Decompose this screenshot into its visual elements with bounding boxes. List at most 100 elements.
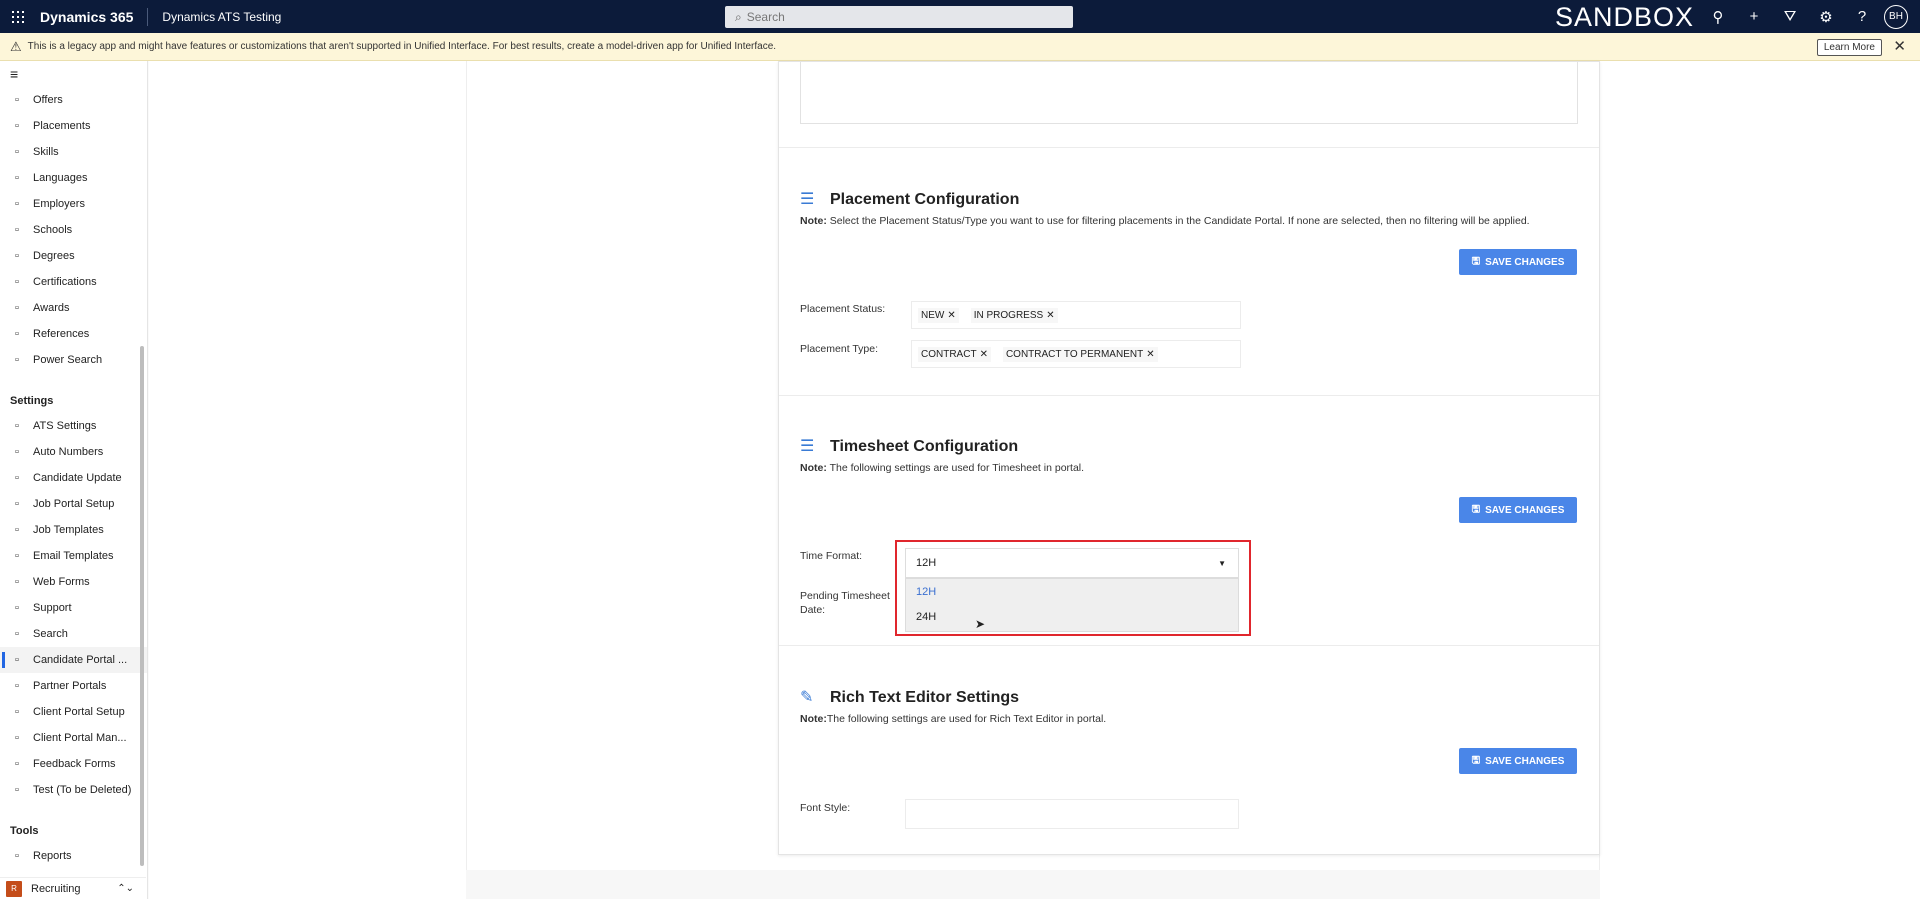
sidebar-item-job-portal-setup[interactable]: ▫ Job Portal Setup xyxy=(0,491,147,517)
search-icon: ⌕ xyxy=(735,9,742,24)
skills-icon: ▫ xyxy=(15,146,19,158)
sidebar-item-feedback-forms[interactable]: ▫ Feedback Forms xyxy=(0,751,147,777)
list-icon: ☰ xyxy=(800,438,815,455)
list-number-icon: ▫ xyxy=(15,446,19,458)
sidebar-item-label: Job Portal Setup xyxy=(33,498,115,510)
timesheet-config-title-text: Timesheet Configuration xyxy=(830,438,1019,455)
sidebar-item-web-forms[interactable]: ▫ Web Forms xyxy=(0,569,147,595)
note-prefix: Note: xyxy=(800,462,827,474)
divider xyxy=(779,147,1599,148)
area-switcher[interactable]: R Recruiting ⌃⌄ xyxy=(0,877,146,899)
sidebar-item-label: Certifications xyxy=(33,276,97,288)
sidebar-item-label: Test (To be Deleted) xyxy=(33,784,132,796)
sidebar-item-label: Reports xyxy=(33,850,72,862)
sidebar-item-offers[interactable]: ▫ Offers xyxy=(0,87,147,113)
sidebar-item-job-templates[interactable]: ▫ Job Templates xyxy=(0,517,147,543)
portal-icon: ▫ xyxy=(15,498,19,510)
plus-icon[interactable]: + xyxy=(1736,8,1772,25)
sidebar-item-candidate-portal[interactable]: ▫ Candidate Portal ... xyxy=(0,647,147,673)
person-icon: ▫ xyxy=(15,472,19,484)
sidebar-item-label: Feedback Forms xyxy=(33,758,116,770)
sidebar-item-degrees[interactable]: ▫ Degrees xyxy=(0,243,147,269)
search-icon: ▫ xyxy=(15,354,19,366)
gear-icon[interactable]: ⚙ xyxy=(1808,8,1844,26)
search-placeholder: Search xyxy=(746,10,785,24)
close-icon[interactable]: ✕ xyxy=(1893,37,1906,55)
area-badge: R xyxy=(6,880,22,897)
hamburger-menu-icon[interactable]: ≡ xyxy=(0,61,147,87)
sitemap-sidebar: ≡ ▫ Offers ▫ Placements ▫ Skills ▫ Languages ▫ Em… xyxy=(0,61,148,899)
sidebar-item-awards[interactable]: ▫ Awards xyxy=(0,295,147,321)
remove-tag-icon[interactable]: ✕ xyxy=(980,349,988,360)
remove-tag-icon[interactable]: ✕ xyxy=(1146,349,1154,360)
learn-more-button[interactable]: Learn More xyxy=(1816,39,1882,56)
selected-tag: CONTRACT TO PERMANENT ✕ xyxy=(1002,346,1158,362)
sidebar-item-label: References xyxy=(33,328,90,340)
save-label: SAVE CHANGES xyxy=(1485,755,1565,767)
tag-label: NEW xyxy=(921,309,945,321)
placement-status-multiselect[interactable]: NEW ✕ IN PROGRESS ✕ xyxy=(911,301,1241,329)
sidebar-item-label: Skills xyxy=(33,146,59,158)
document-icon: ▫ xyxy=(15,94,19,106)
legacy-warning-banner: ⚠ This is a legacy app and might have fe… xyxy=(0,33,1920,61)
sidebar-item-candidate-update[interactable]: ▫ Candidate Update xyxy=(0,465,147,491)
help-icon[interactable]: ? xyxy=(1844,8,1880,25)
template-icon: ▫ xyxy=(15,524,19,536)
sidebar-item-label: Degrees xyxy=(33,250,75,262)
brand-title[interactable]: Dynamics 365 xyxy=(36,7,149,26)
sidebar-item-label: Placements xyxy=(33,120,91,132)
help-circle-icon: ▫ xyxy=(15,602,19,614)
remove-tag-icon[interactable]: ✕ xyxy=(947,310,955,321)
sidebar-item-employers[interactable]: ▫ Employers xyxy=(0,191,147,217)
sidebar-item-schools[interactable]: ▫ Schools xyxy=(0,217,147,243)
globe-icon: ▫ xyxy=(15,172,19,184)
client-manage-icon: ▫ xyxy=(15,732,19,744)
sidebar-item-test-to-be-deleted[interactable]: ▫ Test (To be Deleted) xyxy=(0,777,147,803)
rte-settings-title-text: Rich Text Editor Settings xyxy=(830,689,1020,706)
global-search-input[interactable]: ⌕ Search xyxy=(725,6,1073,28)
sidebar-item-label: Web Forms xyxy=(33,576,90,588)
rte-save-button[interactable]: 🖫 SAVE CHANGES xyxy=(1459,748,1577,774)
sidebar-item-power-search[interactable]: ▫ Power Search xyxy=(0,347,147,373)
previous-section-textarea[interactable] xyxy=(800,62,1578,124)
timesheet-note: Note: The following settings are used fo… xyxy=(800,462,1084,474)
client-icon: ▫ xyxy=(15,706,19,718)
top-nav-bar: Dynamics 365 Dynamics ATS Testing ⌕ Sear… xyxy=(0,0,1920,33)
tag-label: CONTRACT xyxy=(921,348,977,360)
lightbulb-icon[interactable]: ⚲ xyxy=(1700,8,1736,26)
placement-save-button[interactable]: 🖫 SAVE CHANGES xyxy=(1459,249,1577,275)
sidebar-item-search[interactable]: ▫ Search xyxy=(0,621,147,647)
mouse-cursor-icon: ➤ xyxy=(975,617,986,631)
sidebar-item-client-portal-man[interactable]: ▫ Client Portal Man... xyxy=(0,725,147,751)
report-icon: ▫ xyxy=(15,850,19,862)
sidebar-item-ats-settings[interactable]: ▫ ATS Settings xyxy=(0,413,147,439)
note-text: The following settings are used for Rich… xyxy=(826,713,1107,725)
font-style-select[interactable] xyxy=(905,799,1239,829)
sidebar-item-reports[interactable]: ▫ Reports xyxy=(0,843,147,869)
save-label: SAVE CHANGES xyxy=(1485,256,1565,268)
sidebar-item-client-portal-setup[interactable]: ▫ Client Portal Setup xyxy=(0,699,147,725)
timesheet-save-button[interactable]: 🖫 SAVE CHANGES xyxy=(1459,497,1577,523)
building-icon: ▫ xyxy=(15,198,19,210)
sidebar-item-placements[interactable]: ▫ Placements xyxy=(0,113,147,139)
user-avatar[interactable]: BH xyxy=(1884,4,1908,29)
filter-icon[interactable]: ⛛ xyxy=(1772,8,1808,25)
app-name[interactable]: Dynamics ATS Testing xyxy=(148,10,281,24)
sidebar-item-skills[interactable]: ▫ Skills xyxy=(0,139,147,165)
tag-label: CONTRACT TO PERMANENT xyxy=(1005,348,1144,360)
sidebar-item-certifications[interactable]: ▫ Certifications xyxy=(0,269,147,295)
sidebar-scrollbar[interactable] xyxy=(140,346,144,866)
app-launcher-icon[interactable] xyxy=(0,0,36,33)
sidebar-item-label: Client Portal Man... xyxy=(33,732,127,744)
sidebar-item-references[interactable]: ▫ References xyxy=(0,321,147,347)
sidebar-item-support[interactable]: ▫ Support xyxy=(0,595,147,621)
placement-type-multiselect[interactable]: CONTRACT ✕ CONTRACT TO PERMANENT ✕ xyxy=(911,340,1241,368)
sidebar-item-auto-numbers[interactable]: ▫ Auto Numbers xyxy=(0,439,147,465)
sidebar-item-email-templates[interactable]: ▫ Email Templates xyxy=(0,543,147,569)
sidebar-item-partner-portals[interactable]: ▫ Partner Portals xyxy=(0,673,147,699)
sidebar-item-languages[interactable]: ▫ Languages xyxy=(0,165,147,191)
tag-label: IN PROGRESS xyxy=(973,309,1044,321)
sidebar-item-label: Languages xyxy=(33,172,88,184)
divider xyxy=(779,645,1599,646)
remove-tag-icon[interactable]: ✕ xyxy=(1046,310,1054,321)
